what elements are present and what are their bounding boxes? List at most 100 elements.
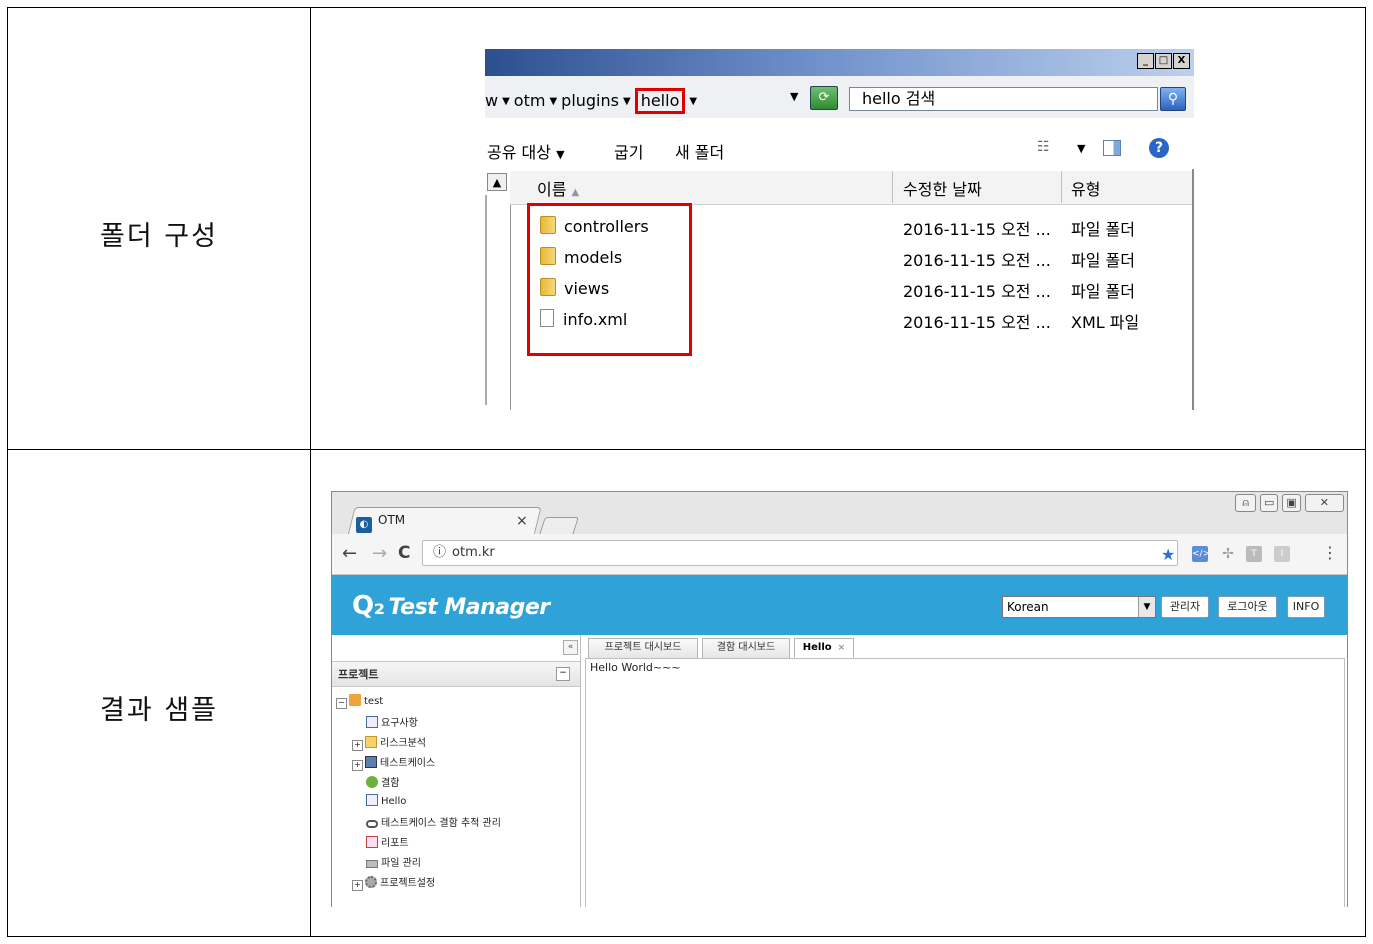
bug-icon: [366, 776, 378, 788]
breadcrumb: w ▼ otm ▼ plugins ▼ hello ▼: [485, 88, 701, 114]
tab-close-icon[interactable]: ×: [838, 643, 846, 653]
tree-item-project-settings[interactable]: + 프로젝트설정: [352, 874, 435, 891]
tree-item-testcases[interactable]: + 테스트케이스: [352, 754, 435, 771]
tree-expand-icon[interactable]: +: [352, 760, 363, 771]
maximize-button[interactable]: □: [1155, 53, 1172, 69]
chevron-down-icon[interactable]: ▼: [1077, 142, 1085, 155]
view-options-icon[interactable]: ☷: [1037, 139, 1050, 155]
info-icon[interactable]: ⓘ: [433, 545, 446, 560]
back-icon[interactable]: ←: [342, 543, 357, 564]
tree-label: 테스트케이스 결함 추적 관리: [381, 818, 501, 829]
file-type: 파일 폴더: [1071, 251, 1135, 270]
minimize-button[interactable]: _: [1137, 53, 1154, 69]
explorer-screenshot: _ □ X w ▼ otm ▼ plugins ▼ hello ▼ ▼ ⟳ hello 검색 …: [485, 49, 1194, 410]
column-type[interactable]: 유형: [1071, 176, 1100, 200]
column-name-label: 이름: [537, 180, 567, 199]
browser-tab-label[interactable]: ◐ OTM: [356, 513, 405, 533]
t-extension-icon[interactable]: T: [1246, 546, 1262, 562]
chevron-down-icon: ▼: [1138, 597, 1155, 617]
info-button[interactable]: INFO: [1287, 596, 1325, 618]
hello-message: Hello World~~~: [590, 661, 681, 674]
tree-label: 프로젝트설정: [380, 878, 436, 889]
maximize-button[interactable]: ▣: [1282, 494, 1301, 512]
file-type: 파일 폴더: [1071, 220, 1135, 239]
close-button[interactable]: ✕: [1304, 494, 1344, 512]
help-icon[interactable]: ?: [1149, 138, 1169, 158]
tab-hello[interactable]: Hello ×: [794, 638, 854, 658]
tree-label: test: [364, 696, 384, 707]
forward-icon[interactable]: →: [372, 543, 387, 564]
breadcrumb-item-hello[interactable]: hello: [634, 88, 686, 114]
tree-expand-icon[interactable]: +: [352, 880, 363, 891]
user-icon[interactable]: ⍝: [1235, 494, 1256, 512]
tree-item-file-management[interactable]: 파일 관리: [366, 854, 421, 869]
url-input[interactable]: ⓘ otm.kr: [422, 540, 1178, 566]
breadcrumb-item-w[interactable]: w: [485, 91, 498, 110]
row-divider: [8, 449, 1365, 450]
app-title: Test Manager: [388, 595, 551, 620]
share-menu[interactable]: 공유 대상 ▼: [487, 139, 565, 163]
tree-label: 테스트케이스: [380, 758, 436, 769]
app-logo[interactable]: Q₂ Test Manager: [352, 591, 550, 621]
column-modified[interactable]: 수정한 날짜: [903, 176, 982, 200]
file-date: 2016-11-15 오전 ...: [903, 220, 1051, 239]
search-icon[interactable]: ⚲: [1160, 87, 1186, 111]
panel-title: 프로젝트: [338, 668, 379, 681]
tree-item-test[interactable]: − test: [336, 694, 383, 709]
chevron-down-icon[interactable]: ▼: [549, 96, 557, 107]
row-label-result-sample: 결과 샘플: [100, 695, 218, 726]
chevron-down-icon[interactable]: ▼: [502, 96, 510, 107]
bookmark-star-icon[interactable]: ★: [1161, 545, 1175, 564]
tree-item-hello[interactable]: Hello: [366, 794, 406, 807]
tree-item-requirements[interactable]: 요구사항: [366, 714, 418, 729]
admin-button[interactable]: 관리자: [1161, 596, 1209, 618]
breadcrumb-item-plugins[interactable]: plugins: [561, 91, 619, 110]
new-tab-button[interactable]: [539, 517, 579, 535]
tab-close-icon[interactable]: ×: [516, 513, 528, 529]
new-folder-button[interactable]: 새 폴더: [675, 139, 724, 163]
folder-icon: [365, 736, 377, 748]
minimize-button[interactable]: ▭: [1259, 494, 1279, 512]
i-extension-icon[interactable]: I: [1274, 546, 1290, 562]
breadcrumb-item-otm[interactable]: otm: [514, 91, 546, 110]
chevron-down-icon[interactable]: ▼: [623, 96, 631, 107]
devtools-extension-icon[interactable]: </>: [1192, 546, 1210, 562]
vertical-scrollbar[interactable]: ▲: [485, 171, 511, 410]
highlight-box: [527, 203, 692, 356]
address-dropdown-icon[interactable]: ▼: [790, 90, 798, 103]
tree-item-defect-tracking[interactable]: 테스트케이스 결함 추적 관리: [366, 814, 501, 829]
tab-project-dashboard[interactable]: 프로젝트 대시보드: [588, 638, 698, 658]
language-value: Korean: [1007, 600, 1049, 614]
panel-minimize-button[interactable]: −: [556, 667, 570, 681]
browser-toolbar: ← → C ⓘ otm.kr ★ </> ✢ T I ⋮: [332, 534, 1347, 575]
extension-icon[interactable]: ✢: [1220, 546, 1236, 562]
chevron-down-icon[interactable]: ▼: [689, 96, 697, 107]
tab-defect-dashboard[interactable]: 결함 대시보드: [702, 638, 790, 658]
menu-icon[interactable]: ⋮: [1322, 543, 1338, 562]
search-input[interactable]: hello 검색: [849, 87, 1158, 111]
tree-item-risk-analysis[interactable]: + 리스크분석: [352, 734, 426, 751]
preview-pane-icon[interactable]: [1103, 140, 1121, 160]
scroll-track[interactable]: [485, 195, 511, 405]
tree-expand-icon[interactable]: +: [352, 740, 363, 751]
column-name[interactable]: 이름 ▲: [537, 176, 579, 200]
tree-label: 파일 관리: [381, 858, 421, 869]
collapse-sidebar-button[interactable]: «: [563, 640, 578, 655]
sort-ascending-icon: ▲: [571, 187, 580, 198]
burn-button[interactable]: 굽기: [614, 139, 643, 163]
tree-label: 리포트: [381, 838, 409, 849]
logout-button[interactable]: 로그아웃: [1218, 596, 1277, 618]
reload-icon[interactable]: C: [398, 543, 410, 563]
column-separator[interactable]: [1061, 171, 1062, 203]
tree-collapse-icon[interactable]: −: [336, 698, 347, 709]
close-button[interactable]: X: [1173, 53, 1190, 69]
refresh-button[interactable]: ⟳: [810, 86, 838, 110]
language-select[interactable]: Korean ▼: [1002, 596, 1156, 618]
gear-icon: [365, 876, 377, 888]
file-date: 2016-11-15 오전 ...: [903, 313, 1051, 332]
tree-item-report[interactable]: 리포트: [366, 834, 409, 849]
column-separator[interactable]: [892, 171, 893, 203]
scroll-up-icon[interactable]: ▲: [487, 173, 507, 191]
tree-item-defects[interactable]: 결함: [366, 774, 399, 789]
app-header: Q₂ Test Manager Korean ▼ 관리자 로그아웃 INFO: [332, 575, 1347, 635]
